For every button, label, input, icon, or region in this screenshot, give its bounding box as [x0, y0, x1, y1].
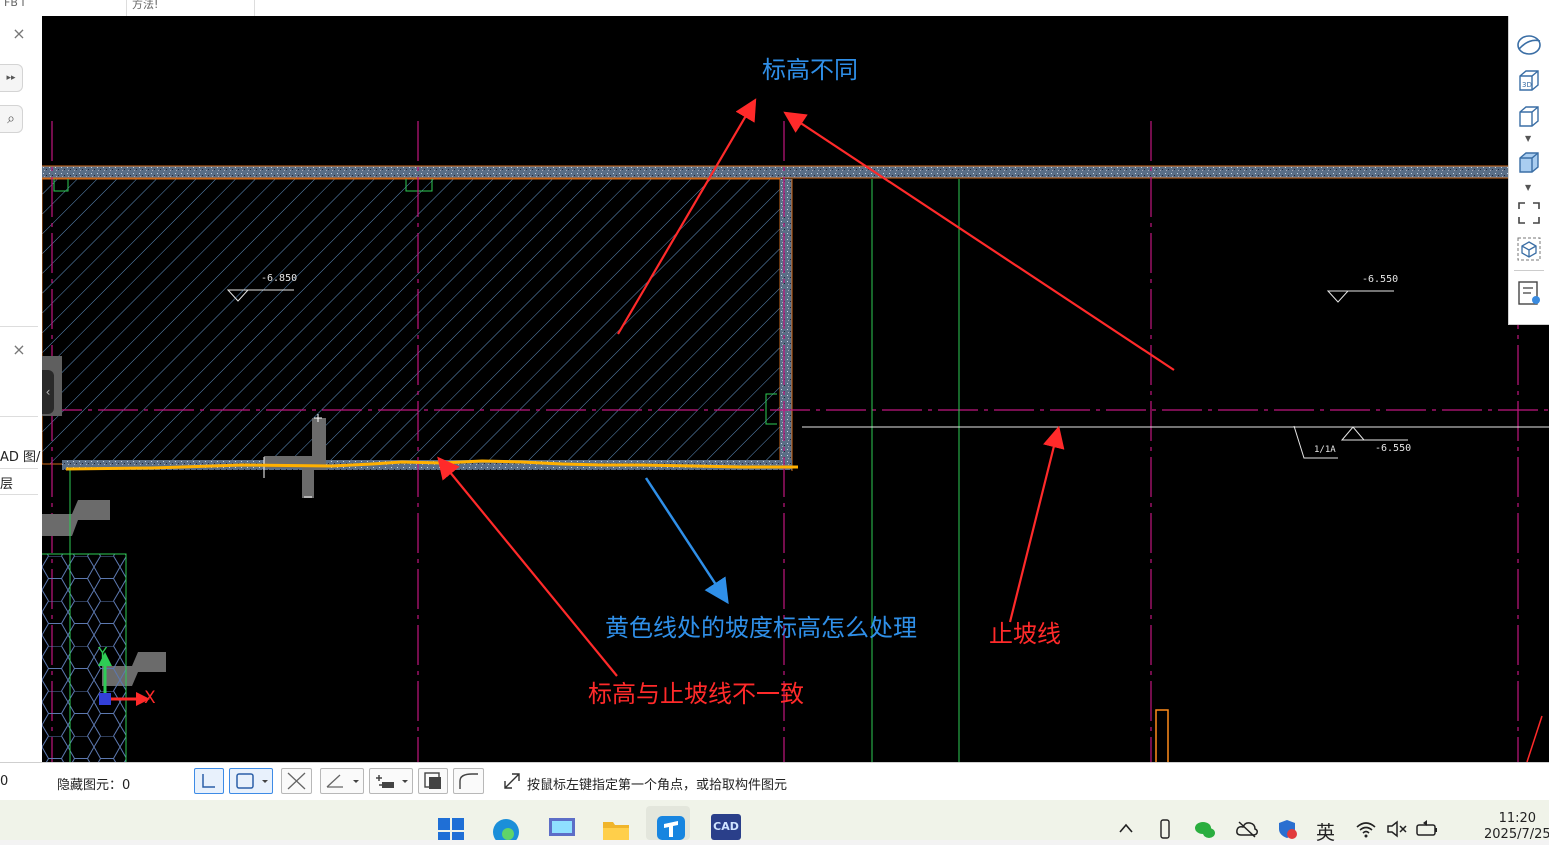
- close-icon[interactable]: ×: [10, 24, 28, 43]
- panel-row-layer[interactable]: 层: [0, 473, 13, 492]
- hidden-elements-count: 隐藏图元：0: [57, 778, 131, 793]
- search-icon[interactable]: ⌕: [0, 105, 23, 133]
- bracket-tag: 1/1A: [1314, 445, 1336, 455]
- tray-expand-icon[interactable]: [1118, 822, 1134, 834]
- cad-canvas[interactable]: -6.850 -6.550 -6.550 1/1A 标高不同 黄色线处的坡度标高…: [42, 16, 1549, 762]
- angle-button[interactable]: [320, 768, 364, 794]
- top-slab-band: [42, 166, 1549, 178]
- top-cell-2: 方法!: [132, 0, 159, 11]
- windows-start-icon[interactable]: [436, 810, 466, 840]
- annotation-elevation-diff: 标高不同: [762, 56, 858, 84]
- edge-browser-icon[interactable]: [491, 810, 521, 840]
- usb-icon[interactable]: [1158, 818, 1172, 840]
- glodon-app-icon[interactable]: [656, 810, 686, 840]
- security-shield-icon[interactable]: [1276, 818, 1298, 840]
- resize-arrow-icon: [504, 773, 520, 789]
- cloud-sync-icon[interactable]: [1235, 820, 1259, 838]
- expand-button[interactable]: ▸▸: [0, 64, 23, 92]
- status-bar: 0 隐藏图元：0 按鼠标左键指定第一个角点，或拾取构件图元: [0, 762, 1549, 801]
- wechat-icon[interactable]: [1194, 820, 1216, 840]
- cross-snap-button[interactable]: [281, 768, 312, 794]
- dimension-button[interactable]: [369, 768, 413, 794]
- axis-x-label: X: [144, 688, 156, 708]
- status-left-number: 0: [0, 774, 9, 789]
- annotation-slope-question: 黄色线处的坡度标高怎么处理: [605, 614, 917, 642]
- annotation-stop-slope-line: 止坡线: [989, 620, 1061, 648]
- top-cell-1: FB I: [4, 0, 25, 9]
- file-explorer-icon[interactable]: [601, 810, 631, 840]
- properties-icon[interactable]: [1516, 280, 1542, 306]
- ime-indicator[interactable]: 英: [1316, 818, 1335, 845]
- cad-viewer-icon[interactable]: CAD: [711, 814, 741, 840]
- level-right-upper: -6.550: [1362, 274, 1399, 285]
- orbit-icon[interactable]: [1516, 32, 1542, 58]
- axis-y-label: Y: [98, 644, 108, 662]
- fullscreen-icon[interactable]: [1516, 200, 1542, 226]
- remote-desktop-icon[interactable]: [547, 810, 577, 840]
- view-3d-icon[interactable]: 3D: [1516, 68, 1542, 94]
- view-toolbar: 3D ▼ ▼: [1508, 16, 1549, 325]
- top-strip: FB I 方法!: [0, 0, 1549, 17]
- dropdown-arrow-icon-2[interactable]: ▼: [1525, 183, 1531, 192]
- dropdown-arrow-icon[interactable]: ▼: [1525, 134, 1531, 143]
- box-view-icon[interactable]: [1516, 104, 1542, 130]
- close-icon-2[interactable]: ×: [10, 340, 28, 359]
- left-panel: × ▸▸ ⌕ × AD 图/ 层: [0, 16, 43, 762]
- wifi-icon[interactable]: [1355, 820, 1377, 838]
- battery-icon[interactable]: [1415, 820, 1439, 838]
- ortho-button[interactable]: [194, 768, 224, 794]
- level-right-lower: -6.550: [1375, 443, 1412, 454]
- taskbar: CAD 英 11:20 2025/7/25: [0, 800, 1549, 844]
- panel-row-cad-layer[interactable]: AD 图/: [0, 446, 40, 465]
- system-clock[interactable]: 11:20 2025/7/25: [1484, 811, 1549, 843]
- collapse-handle[interactable]: ‹: [42, 370, 54, 414]
- solid-box-icon[interactable]: [1516, 150, 1542, 176]
- layer-button[interactable]: [418, 768, 448, 794]
- cube-select-icon[interactable]: [1516, 236, 1542, 262]
- svg-text:3D: 3D: [1522, 81, 1532, 89]
- speaker-muted-icon[interactable]: [1386, 820, 1408, 838]
- curve-button[interactable]: [453, 768, 484, 794]
- level-left: -6.850: [261, 273, 298, 284]
- snap-box-button[interactable]: [229, 768, 273, 794]
- hatched-area: [42, 179, 780, 464]
- command-hint: 按鼠标左键指定第一个角点，或拾取构件图元: [527, 778, 788, 793]
- annotation-mismatch: 标高与止坡线不一致: [588, 680, 804, 708]
